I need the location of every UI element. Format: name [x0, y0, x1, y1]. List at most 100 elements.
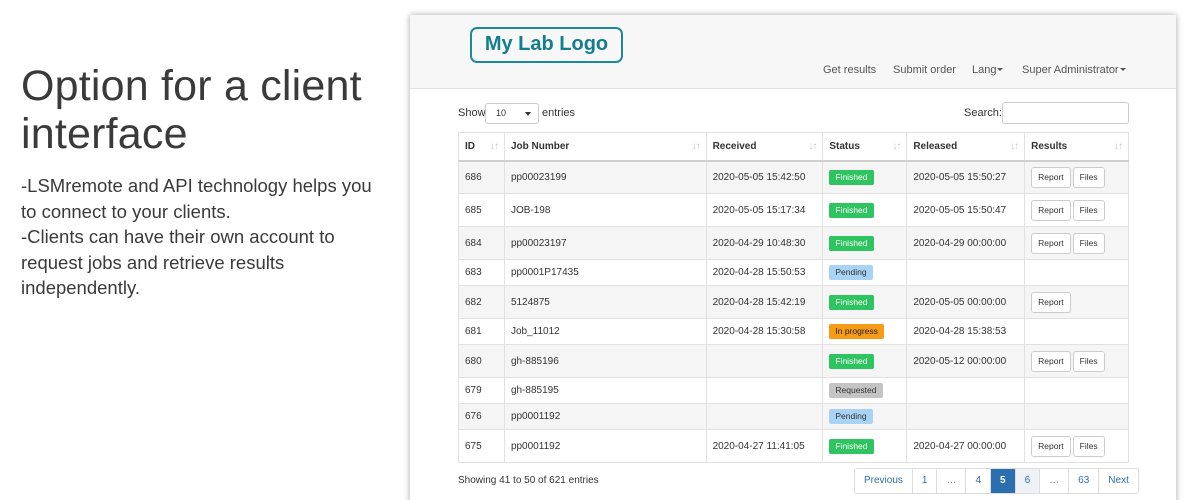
promo-line: to connect to your clients.: [21, 200, 231, 222]
nav-lang-dropdown[interactable]: Lang: [972, 64, 1004, 76]
status-badge: Finished: [829, 169, 874, 185]
table-row[interactable]: 679 gh-885195 Requested: [458, 377, 1129, 404]
cell-status: Requested: [822, 377, 908, 404]
promo-text: Option for a client interface -LSMremote…: [21, 62, 406, 301]
cell-id: 681: [458, 318, 505, 345]
column-header-id[interactable]: ID ↓↑: [458, 132, 505, 162]
next-page-button[interactable]: Next: [1098, 469, 1138, 493]
status-badge: Finished: [829, 438, 874, 454]
status-badge: In progress: [829, 324, 884, 339]
cell-status: Finished: [822, 193, 908, 227]
cell-id: 683: [458, 259, 505, 286]
files-button[interactable]: Files: [1072, 350, 1105, 372]
cell-job-number: Job_11012: [503, 318, 707, 345]
show-label: Show: [458, 107, 486, 119]
promo-line: request jobs and retrieve results: [21, 251, 285, 273]
column-header-results[interactable]: Results ↓↑: [1024, 132, 1129, 162]
promo-description: -LSMremote and API technology helps you …: [21, 173, 406, 301]
status-badge: Finished: [829, 353, 874, 369]
pagination: Previous 1… 4 5 6… 63 Next: [854, 468, 1139, 494]
cell-id: 684: [458, 226, 505, 260]
cell-received: 2020-04-28 15:30:58: [705, 318, 824, 345]
cell-received: 2020-04-28 15:42:19: [705, 285, 824, 319]
previous-page-button[interactable]: Previous: [855, 469, 912, 493]
table-row[interactable]: 684 pp00023197 2020-04-29 10:48:30 Finished…: [458, 226, 1129, 260]
column-header-label: ID: [465, 140, 475, 152]
promo-line: -LSMremote and API technology helps you: [21, 175, 372, 196]
column-header-status[interactable]: Status ↓↑: [822, 132, 908, 162]
nav-user-label: Super Administrator: [1022, 64, 1119, 76]
cell-results: Report Files: [1024, 344, 1129, 378]
cell-released: [906, 377, 1026, 404]
promo-title: Option for a client interface: [21, 62, 406, 158]
files-button[interactable]: Files: [1072, 166, 1105, 188]
table-row[interactable]: 676 pp0001192 Pending: [458, 403, 1129, 430]
showing-entries-info: Showing 41 to 50 of 621 entries: [458, 475, 599, 486]
column-header-label: Results: [1031, 140, 1068, 152]
chevron-down-icon: [1119, 67, 1126, 71]
column-header-received[interactable]: Received ↓↑: [705, 132, 824, 162]
column-header-job-number[interactable]: Job Number ↓↑: [503, 132, 707, 162]
jobs-table: ID ↓↑ Job Number ↓↑ Received ↓↑ Status ↓↑ Re…: [458, 132, 1129, 463]
table-row[interactable]: 682 5124875 2020-04-28 15:42:19 Finished 202…: [458, 285, 1129, 319]
cell-id: 679: [458, 377, 505, 404]
search-input[interactable]: [1002, 102, 1129, 124]
column-header-label: Status: [829, 140, 860, 152]
cell-job-number: pp0001P17435: [503, 259, 707, 286]
page-link[interactable]: 5: [990, 469, 1015, 493]
table-row[interactable]: 685 JOB-198 2020-05-05 15:17:34 Finished 202…: [458, 193, 1129, 227]
cell-released: [906, 403, 1026, 430]
page-ellipsis: …: [936, 469, 966, 493]
files-button[interactable]: Files: [1072, 435, 1105, 457]
sort-icon: ↓↑: [892, 141, 901, 152]
report-button[interactable]: Report: [1031, 350, 1071, 372]
table-row[interactable]: 675 pp0001192 2020-04-27 11:41:05 Finished 2…: [458, 429, 1129, 463]
sort-icon: ↓↑: [1010, 141, 1019, 152]
nav-lang-label: Lang: [972, 64, 997, 76]
status-badge: Finished: [829, 294, 874, 310]
cell-status: Pending: [822, 403, 908, 430]
table-row[interactable]: 686 pp00023199 2020-05-05 15:42:50 Finished…: [458, 160, 1129, 194]
cell-received: 2020-05-05 15:42:50: [705, 160, 824, 194]
cell-status: Finished: [822, 429, 908, 463]
cell-job-number: pp00023199: [503, 160, 707, 194]
table-row[interactable]: 680 gh-885196 Finished 2020-05-12 00:00:00 R…: [458, 344, 1129, 378]
lab-logo[interactable]: My Lab Logo: [470, 27, 623, 63]
status-badge: Requested: [829, 383, 883, 398]
status-badge: Finished: [829, 235, 874, 251]
column-header-released[interactable]: Released ↓↑: [906, 132, 1026, 162]
cell-results: Report Files: [1024, 226, 1129, 260]
chevron-down-icon: [525, 112, 531, 116]
promo-title-line: Option for a client: [21, 62, 362, 110]
column-header-label: Job Number: [510, 140, 570, 152]
report-button[interactable]: Report: [1031, 435, 1071, 457]
cell-released: 2020-05-05 00:00:00: [906, 285, 1026, 319]
page-link[interactable]: 6: [1014, 469, 1040, 493]
cell-results: [1024, 403, 1129, 430]
page-link[interactable]: 63: [1068, 469, 1099, 493]
page-link[interactable]: 1: [911, 469, 937, 493]
files-button[interactable]: Files: [1072, 199, 1105, 221]
report-button[interactable]: Report: [1031, 232, 1071, 254]
cell-results: [1024, 318, 1129, 345]
report-button[interactable]: Report: [1031, 166, 1071, 188]
nav-submit-order[interactable]: Submit order: [893, 64, 956, 76]
page-link[interactable]: 4: [965, 469, 991, 493]
cell-received: 2020-05-05 15:17:34: [705, 193, 824, 227]
cell-received: 2020-04-27 11:41:05: [705, 429, 824, 463]
table-row[interactable]: 683 pp0001P17435 2020-04-28 15:50:53 Pendin…: [458, 259, 1129, 286]
table-row[interactable]: 681 Job_11012 2020-04-28 15:30:58 In progre…: [458, 318, 1129, 345]
cell-received: 2020-04-29 10:48:30: [705, 226, 824, 260]
files-button[interactable]: Files: [1072, 232, 1105, 254]
cell-job-number: pp00023197: [503, 226, 707, 260]
entries-select[interactable]: 10: [485, 103, 539, 124]
report-button[interactable]: Report: [1031, 199, 1071, 221]
cell-released: [906, 259, 1026, 286]
report-button[interactable]: Report: [1031, 291, 1071, 313]
column-header-label: Released: [913, 140, 958, 152]
nav-get-results[interactable]: Get results: [823, 64, 876, 76]
cell-status: Finished: [822, 226, 908, 260]
nav-user-dropdown[interactable]: Super Administrator: [1022, 64, 1126, 76]
cell-job-number: pp0001192: [503, 429, 707, 463]
cell-results: Report Files: [1024, 193, 1129, 227]
